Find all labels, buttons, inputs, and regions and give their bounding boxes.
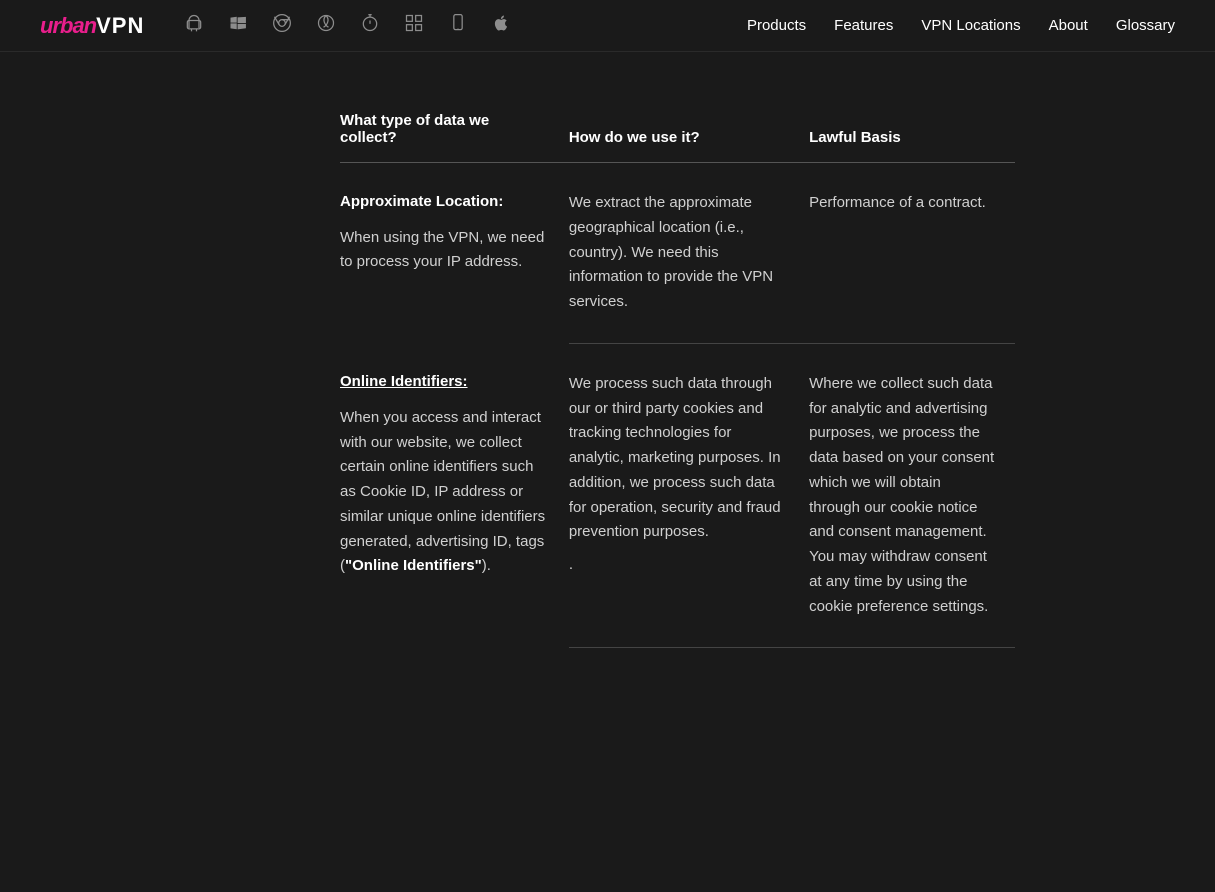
col-header-use: How do we use it?: [569, 112, 809, 163]
privacy-table: What type of data we collect? How do we …: [340, 112, 1015, 648]
logo-urban: urban: [40, 13, 96, 39]
identifiers-usage-body: We process such data through our or thir…: [569, 372, 789, 545]
identifiers-basis: Where we collect such data for analytic …: [809, 343, 1015, 648]
identifiers-usage: We process such data through our or thir…: [569, 343, 809, 648]
col-header-data-type: What type of data we collect?: [340, 112, 569, 163]
location-usage-body: We extract the approximate geographical …: [569, 191, 789, 315]
apple-icon[interactable]: [492, 13, 510, 38]
nav-vpn-locations[interactable]: VPN Locations: [921, 17, 1020, 34]
location-title: Approximate Location:: [340, 191, 549, 214]
identifiers-bold: "Online Identifiers": [345, 557, 482, 574]
location-body: When using the VPN, we need to process y…: [340, 226, 549, 276]
col-header-basis: Lawful Basis: [809, 112, 1015, 163]
firefox-icon[interactable]: [316, 13, 336, 38]
table-header-row: What type of data we collect? How do we …: [340, 112, 1015, 163]
chrome-icon[interactable]: [272, 13, 292, 38]
timer-icon[interactable]: [360, 13, 380, 38]
site-header: urbanVPN: [0, 0, 1215, 52]
location-data-type: Approximate Location: When using the VPN…: [340, 163, 569, 344]
grid-icon[interactable]: [404, 13, 424, 38]
logo[interactable]: urbanVPN: [40, 13, 144, 39]
device-icon[interactable]: [448, 13, 468, 38]
identifiers-body: When you access and interact with our we…: [340, 406, 549, 579]
table-row-location: Approximate Location: When using the VPN…: [340, 163, 1015, 344]
nav-products[interactable]: Products: [747, 17, 806, 34]
identifiers-data-type: Online Identifiers: When you access and …: [340, 343, 569, 648]
identifiers-dot: .: [569, 553, 789, 577]
location-usage: We extract the approximate geographical …: [569, 163, 809, 344]
identifiers-title: Online Identifiers:: [340, 371, 549, 394]
platform-icons: [184, 13, 747, 38]
nav-about[interactable]: About: [1049, 17, 1088, 34]
main-content: What type of data we collect? How do we …: [0, 52, 1215, 708]
location-basis-body: Performance of a contract.: [809, 191, 995, 216]
logo-vpn: VPN: [96, 13, 144, 39]
nav-features[interactable]: Features: [834, 17, 893, 34]
windows-icon[interactable]: [228, 13, 248, 38]
main-nav: Products Features VPN Locations About Gl…: [747, 17, 1175, 34]
nav-glossary[interactable]: Glossary: [1116, 17, 1175, 34]
identifiers-basis-body: Where we collect such data for analytic …: [809, 372, 995, 620]
location-basis: Performance of a contract.: [809, 163, 1015, 344]
android-icon[interactable]: [184, 13, 204, 38]
table-row-identifiers: Online Identifiers: When you access and …: [340, 343, 1015, 648]
